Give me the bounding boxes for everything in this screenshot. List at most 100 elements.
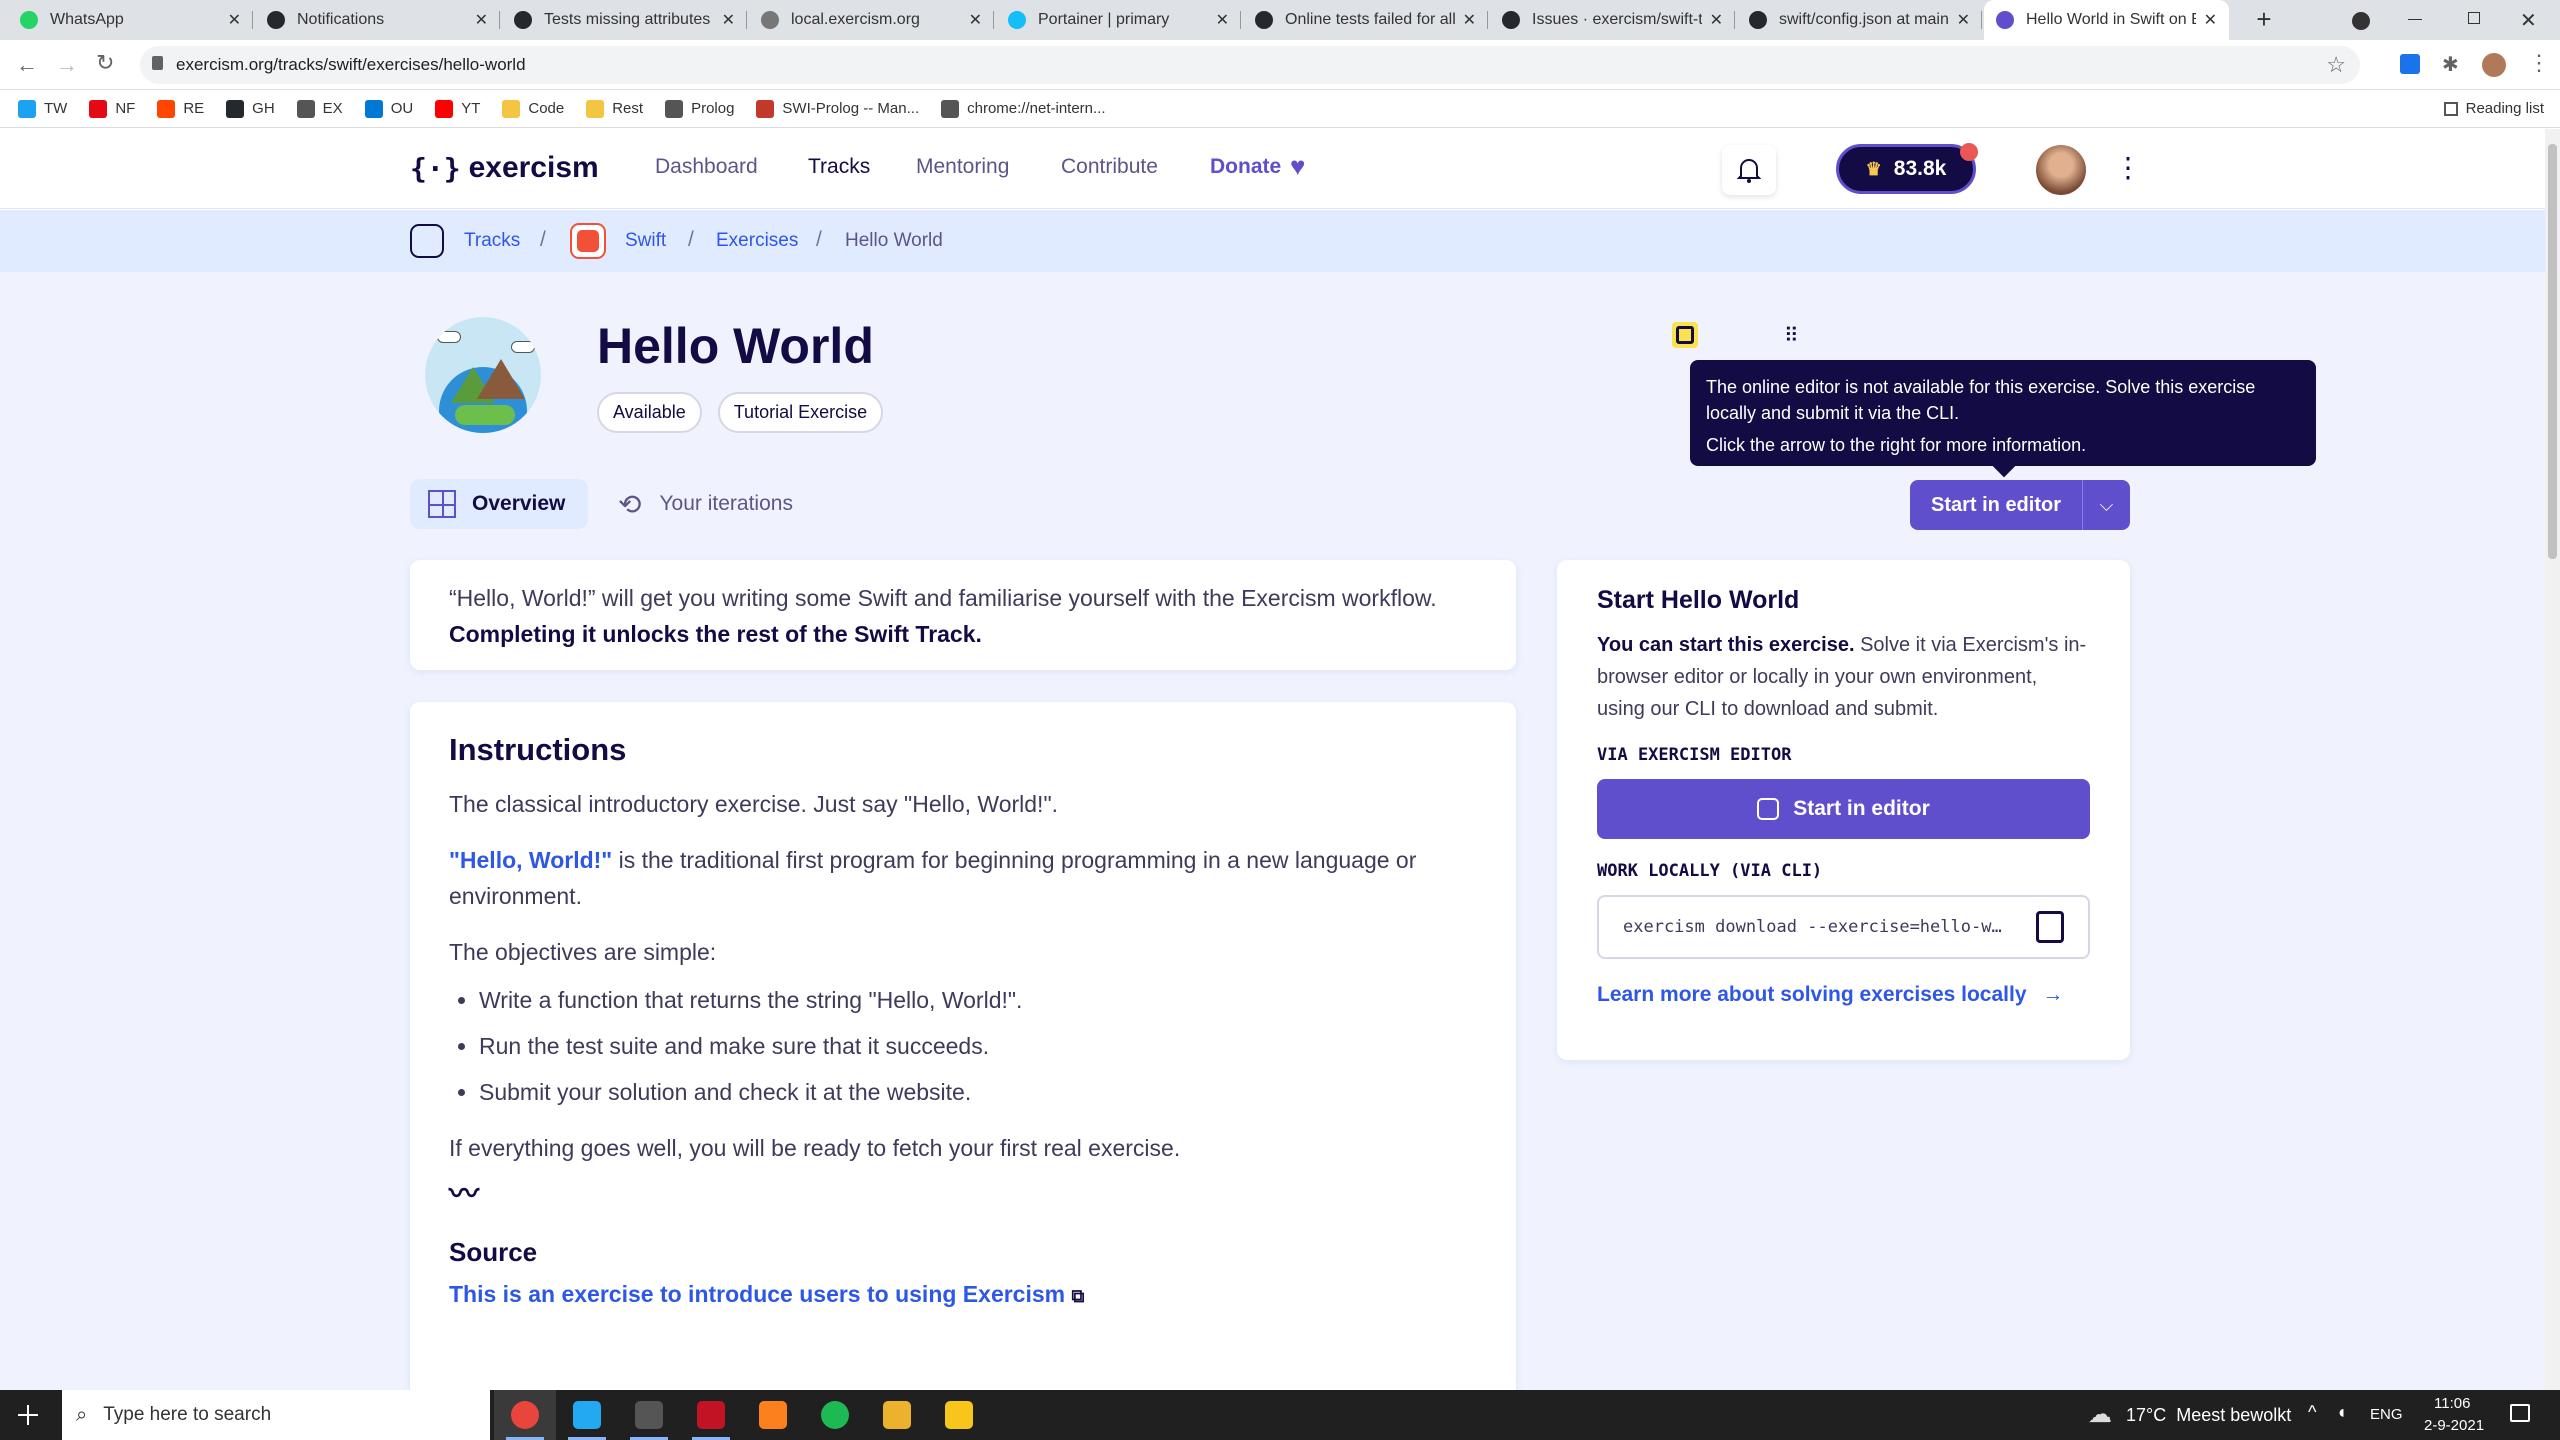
- tab-favicon-icon: [1502, 11, 1520, 29]
- tab-close-icon[interactable]: ✕: [2204, 10, 2217, 30]
- user-avatar[interactable]: [2036, 145, 2086, 195]
- bookmark-star-icon[interactable]: ☆: [2326, 52, 2346, 78]
- extension-icon[interactable]: [2400, 54, 2420, 74]
- breadcrumb-tracks[interactable]: Tracks: [464, 230, 520, 252]
- browser-menu-icon[interactable]: ⋮: [2528, 50, 2550, 76]
- source-link[interactable]: This is an exercise to introduce users t…: [449, 1281, 1084, 1307]
- bookmark-item[interactable]: GH: [226, 99, 275, 118]
- exercise-icon: [425, 317, 541, 433]
- browser-tab[interactable]: swift/config.json at main ✕: [1737, 0, 1982, 40]
- address-bar[interactable]: exercism.org/tracks/swift/exercises/hell…: [140, 46, 2360, 84]
- bookmark-item[interactable]: RE: [157, 99, 204, 118]
- language-indicator[interactable]: ENG: [2370, 1406, 2403, 1423]
- tab-title: Notifications: [297, 11, 385, 28]
- browser-tab[interactable]: WhatsApp ✕: [8, 0, 253, 40]
- tab-overview[interactable]: Overview: [410, 479, 588, 529]
- breadcrumb-swift[interactable]: Swift: [625, 230, 666, 252]
- instructions-heading: Instructions: [449, 732, 627, 767]
- reputation-dot: [1960, 143, 1978, 161]
- nav-tracks[interactable]: Tracks: [808, 155, 870, 179]
- file-explorer-icon[interactable]: [928, 1390, 990, 1440]
- notifications-button[interactable]: [1722, 145, 1776, 195]
- bookmark-icon: [296, 99, 315, 118]
- windows-start-icon[interactable]: [18, 1405, 38, 1425]
- taskbar-search[interactable]: ⌕ Type here to search: [62, 1390, 490, 1440]
- bookmark-item[interactable]: SWI-Prolog -- Man...: [756, 99, 919, 118]
- bookmark-item[interactable]: EX: [296, 99, 343, 118]
- sidebar-start-in-editor-button[interactable]: Start in editor: [1597, 779, 2090, 839]
- start-exercise-card: Start Hello World You can start this exe…: [1557, 560, 2130, 1060]
- chrome-icon[interactable]: [494, 1390, 556, 1440]
- browser-tab[interactable]: Hello World in Swift on E ✕: [1984, 0, 2229, 40]
- bookmark-item[interactable]: Prolog: [665, 99, 734, 118]
- weather-icon[interactable]: ☁: [2088, 1400, 2112, 1429]
- browser-tab[interactable]: Issues · exercism/swift-te ✕: [1490, 0, 1735, 40]
- close-window-button[interactable]: ✕: [2520, 8, 2537, 33]
- profile-avatar[interactable]: [2482, 53, 2506, 77]
- browser-tab[interactable]: local.exercism.org ✕: [749, 0, 994, 40]
- exercise-title: Hello World: [597, 318, 874, 374]
- intro-card: “Hello, World!” will get you writing som…: [410, 560, 1516, 670]
- nav-dashboard[interactable]: Dashboard: [655, 155, 758, 179]
- puzzle-icon[interactable]: ✱: [2442, 52, 2459, 77]
- page-scrollbar[interactable]: [2545, 129, 2560, 1390]
- breadcrumb-exercises[interactable]: Exercises: [716, 230, 798, 252]
- tab-search-icon[interactable]: [2352, 12, 2370, 30]
- new-tab-button[interactable]: +: [2250, 6, 2278, 34]
- reputation-button[interactable]: ♛ 83.8k: [1836, 144, 1976, 194]
- nav-contribute[interactable]: Contribute: [1061, 155, 1158, 179]
- scrollbar-thumb[interactable]: [2548, 144, 2557, 559]
- exercism-logo[interactable]: {·} exercism: [410, 151, 599, 185]
- bookmark-item[interactable]: TW: [18, 99, 67, 118]
- tab-close-icon[interactable]: ✕: [1463, 10, 1476, 30]
- bookmark-item[interactable]: YT: [435, 99, 480, 118]
- browser-tab[interactable]: Portainer | primary ✕: [996, 0, 1241, 40]
- tab-close-icon[interactable]: ✕: [475, 10, 488, 30]
- start-card-description: You can start this exercise. Solve it vi…: [1597, 634, 2087, 720]
- hello-world-link[interactable]: "Hello, World!": [449, 847, 612, 873]
- reload-icon[interactable]: ↻: [96, 50, 114, 76]
- terminal-icon[interactable]: [618, 1390, 680, 1440]
- notification-center-icon[interactable]: [2510, 1404, 2530, 1422]
- bookmark-item[interactable]: Rest: [586, 99, 643, 118]
- rider-icon[interactable]: [680, 1390, 742, 1440]
- copy-clipboard-icon[interactable]: [2036, 911, 2064, 943]
- tab-close-icon[interactable]: ✕: [1957, 10, 1970, 30]
- vscode-icon[interactable]: [556, 1390, 618, 1440]
- tab-close-icon[interactable]: ✕: [1710, 10, 1723, 30]
- bookmark-item[interactable]: OU: [364, 99, 413, 118]
- reading-list[interactable]: Reading list: [2443, 100, 2544, 117]
- start-in-editor-button[interactable]: Start in editor: [1910, 480, 2082, 530]
- tab-close-icon[interactable]: ✕: [969, 10, 982, 30]
- clock-date[interactable]: 2-9-2021: [2424, 1417, 2484, 1434]
- tab-iterations[interactable]: ⟲ Your iterations: [618, 479, 793, 529]
- nav-donate[interactable]: Donate: [1210, 155, 1281, 179]
- weather-text[interactable]: 17°C Meest bewolkt: [2126, 1405, 2291, 1426]
- bookmark-item[interactable]: chrome://net-intern...: [941, 99, 1106, 118]
- restore-button[interactable]: [2468, 12, 2480, 24]
- browser-tab[interactable]: Notifications ✕: [255, 0, 500, 40]
- spotify-icon[interactable]: [804, 1390, 866, 1440]
- tray-chevron-icon[interactable]: ^: [2308, 1402, 2316, 1423]
- start-options-dropdown[interactable]: ⌵: [2082, 480, 2130, 530]
- volume-icon[interactable]: ◖: [2336, 1402, 2347, 1423]
- nav-mentoring[interactable]: Mentoring: [916, 155, 1009, 179]
- slack-icon[interactable]: [866, 1390, 928, 1440]
- tab-close-icon[interactable]: ✕: [228, 10, 241, 30]
- bookmark-item[interactable]: Code: [502, 99, 564, 118]
- browser-tab[interactable]: Online tests failed for all ✕: [1243, 0, 1488, 40]
- minimize-button[interactable]: [2408, 19, 2422, 20]
- user-menu-icon[interactable]: ⋮: [2114, 151, 2142, 184]
- clock-time[interactable]: 11:06: [2434, 1395, 2470, 1412]
- forward-icon[interactable]: →: [56, 52, 78, 78]
- back-icon[interactable]: ←: [16, 52, 38, 78]
- browser-tab[interactable]: Tests missing attributes ✕: [502, 0, 747, 40]
- editor-unavailable-tooltip: The online editor is not available for t…: [1690, 360, 2316, 478]
- tab-close-icon[interactable]: ✕: [722, 10, 735, 30]
- intellij-icon[interactable]: [742, 1390, 804, 1440]
- learn-more-link[interactable]: Learn more about solving exercises local…: [1597, 983, 2090, 1007]
- external-link-icon: ⧉: [1071, 1286, 1085, 1306]
- tab-close-icon[interactable]: ✕: [1216, 10, 1229, 30]
- bookmark-icon: [756, 99, 775, 118]
- bookmark-item[interactable]: NF: [89, 99, 135, 118]
